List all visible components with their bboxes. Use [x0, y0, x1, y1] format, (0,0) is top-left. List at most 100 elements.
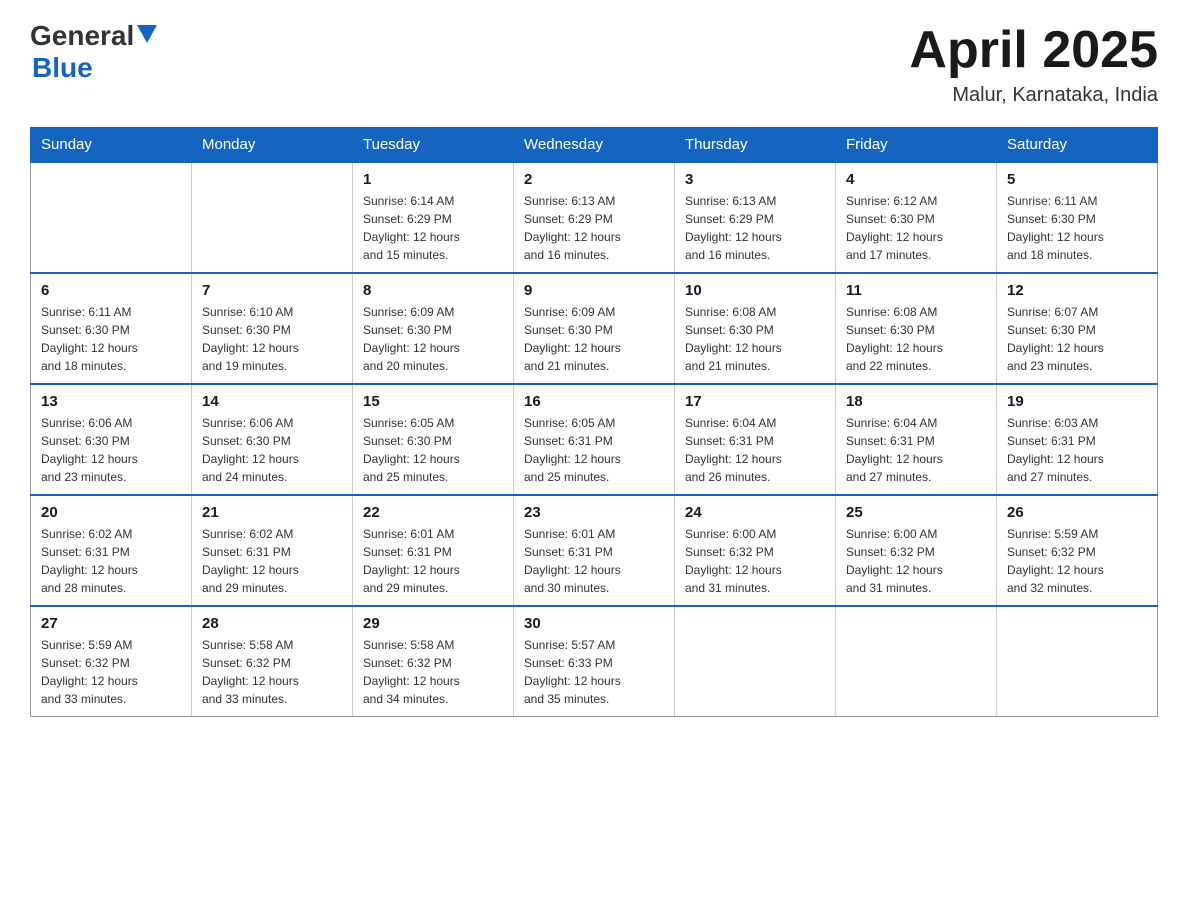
day-info: Sunrise: 6:02 AMSunset: 6:31 PMDaylight:…	[202, 525, 342, 597]
day-header-saturday: Saturday	[997, 128, 1158, 163]
day-number: 4	[846, 171, 986, 188]
calendar-cell: 27 Sunrise: 5:59 AMSunset: 6:32 PMDayligh…	[31, 606, 192, 717]
day-number: 30	[524, 615, 664, 632]
day-info: Sunrise: 5:58 AMSunset: 6:32 PMDaylight:…	[363, 636, 503, 708]
day-header-wednesday: Wednesday	[514, 128, 675, 163]
calendar-cell: 23 Sunrise: 6:01 AMSunset: 6:31 PMDayligh…	[514, 495, 675, 606]
day-info: Sunrise: 6:06 AMSunset: 6:30 PMDaylight:…	[41, 414, 181, 486]
day-info: Sunrise: 6:09 AMSunset: 6:30 PMDaylight:…	[524, 303, 664, 375]
calendar-cell: 6Sunrise: 6:11 AMSunset: 6:30 PMDaylight…	[31, 273, 192, 384]
calendar-cell: 15 Sunrise: 6:05 AMSunset: 6:30 PMDayligh…	[353, 384, 514, 495]
day-header-sunday: Sunday	[31, 128, 192, 163]
calendar-cell: 18 Sunrise: 6:04 AMSunset: 6:31 PMDayligh…	[836, 384, 997, 495]
day-info: Sunrise: 6:05 AMSunset: 6:30 PMDaylight:…	[363, 414, 503, 486]
day-header-monday: Monday	[192, 128, 353, 163]
day-number: 17	[685, 393, 825, 410]
day-header-tuesday: Tuesday	[353, 128, 514, 163]
day-info: Sunrise: 6:06 AMSunset: 6:30 PMDaylight:…	[202, 414, 342, 486]
calendar-cell: 24Sunrise: 6:00 AMSunset: 6:32 PMDayligh…	[675, 495, 836, 606]
calendar-cell: 29 Sunrise: 5:58 AMSunset: 6:32 PMDayligh…	[353, 606, 514, 717]
calendar-cell: 8 Sunrise: 6:09 AMSunset: 6:30 PMDaylight…	[353, 273, 514, 384]
day-info: Sunrise: 5:59 AMSunset: 6:32 PMDaylight:…	[1007, 525, 1147, 597]
location-text: Malur, Karnataka, India	[909, 84, 1158, 107]
calendar-cell: 17 Sunrise: 6:04 AMSunset: 6:31 PMDayligh…	[675, 384, 836, 495]
day-number: 9	[524, 282, 664, 299]
calendar-cell	[997, 606, 1158, 717]
calendar-cell: 4 Sunrise: 6:12 AMSunset: 6:30 PMDaylight…	[836, 162, 997, 273]
day-number: 25	[846, 504, 986, 521]
week-row-3: 13 Sunrise: 6:06 AMSunset: 6:30 PMDayligh…	[31, 384, 1158, 495]
day-info: Sunrise: 6:01 AMSunset: 6:31 PMDaylight:…	[524, 525, 664, 597]
calendar-cell: 26 Sunrise: 5:59 AMSunset: 6:32 PMDayligh…	[997, 495, 1158, 606]
logo-general-text: General	[30, 20, 134, 52]
month-title: April 2025	[909, 20, 1158, 80]
day-number: 27	[41, 615, 181, 632]
day-number: 15	[363, 393, 503, 410]
day-number: 11	[846, 282, 986, 299]
logo-blue-text: Blue	[32, 52, 93, 83]
day-info: Sunrise: 6:00 AMSunset: 6:32 PMDaylight:…	[685, 525, 825, 597]
calendar-cell: 19Sunrise: 6:03 AMSunset: 6:31 PMDayligh…	[997, 384, 1158, 495]
day-number: 1	[363, 171, 503, 188]
calendar-cell: 25 Sunrise: 6:00 AMSunset: 6:32 PMDayligh…	[836, 495, 997, 606]
day-number: 7	[202, 282, 342, 299]
day-info: Sunrise: 6:08 AMSunset: 6:30 PMDaylight:…	[846, 303, 986, 375]
day-info: Sunrise: 6:08 AMSunset: 6:30 PMDaylight:…	[685, 303, 825, 375]
day-number: 21	[202, 504, 342, 521]
day-info: Sunrise: 6:01 AMSunset: 6:31 PMDaylight:…	[363, 525, 503, 597]
day-number: 10	[685, 282, 825, 299]
day-number: 2	[524, 171, 664, 188]
day-info: Sunrise: 6:14 AMSunset: 6:29 PMDaylight:…	[363, 192, 503, 264]
title-section: April 2025 Malur, Karnataka, India	[909, 20, 1158, 107]
day-info: Sunrise: 6:05 AMSunset: 6:31 PMDaylight:…	[524, 414, 664, 486]
calendar-cell: 5 Sunrise: 6:11 AMSunset: 6:30 PMDaylight…	[997, 162, 1158, 273]
day-number: 22	[363, 504, 503, 521]
calendar-cell: 12 Sunrise: 6:07 AMSunset: 6:30 PMDayligh…	[997, 273, 1158, 384]
day-number: 19	[1007, 393, 1147, 410]
day-number: 18	[846, 393, 986, 410]
day-info: Sunrise: 6:12 AMSunset: 6:30 PMDaylight:…	[846, 192, 986, 264]
day-info: Sunrise: 6:09 AMSunset: 6:30 PMDaylight:…	[363, 303, 503, 375]
day-info: Sunrise: 6:04 AMSunset: 6:31 PMDaylight:…	[685, 414, 825, 486]
day-number: 26	[1007, 504, 1147, 521]
day-number: 5	[1007, 171, 1147, 188]
week-row-4: 20Sunrise: 6:02 AMSunset: 6:31 PMDayligh…	[31, 495, 1158, 606]
day-number: 28	[202, 615, 342, 632]
page-header: General Blue April 2025 Malur, Karnataka…	[30, 20, 1158, 107]
calendar-cell: 3 Sunrise: 6:13 AMSunset: 6:29 PMDaylight…	[675, 162, 836, 273]
calendar-cell: 21 Sunrise: 6:02 AMSunset: 6:31 PMDayligh…	[192, 495, 353, 606]
day-number: 16	[524, 393, 664, 410]
day-info: Sunrise: 5:59 AMSunset: 6:32 PMDaylight:…	[41, 636, 181, 708]
calendar-cell: 13 Sunrise: 6:06 AMSunset: 6:30 PMDayligh…	[31, 384, 192, 495]
day-header-friday: Friday	[836, 128, 997, 163]
day-header-thursday: Thursday	[675, 128, 836, 163]
day-number: 14	[202, 393, 342, 410]
calendar-cell	[836, 606, 997, 717]
day-info: Sunrise: 6:11 AMSunset: 6:30 PMDaylight:…	[1007, 192, 1147, 264]
logo-triangle-icon	[137, 25, 157, 43]
day-info: Sunrise: 6:04 AMSunset: 6:31 PMDaylight:…	[846, 414, 986, 486]
calendar-cell: 14 Sunrise: 6:06 AMSunset: 6:30 PMDayligh…	[192, 384, 353, 495]
calendar-cell: 30Sunrise: 5:57 AMSunset: 6:33 PMDayligh…	[514, 606, 675, 717]
day-info: Sunrise: 6:07 AMSunset: 6:30 PMDaylight:…	[1007, 303, 1147, 375]
day-number: 3	[685, 171, 825, 188]
day-number: 12	[1007, 282, 1147, 299]
calendar-cell	[192, 162, 353, 273]
day-number: 8	[363, 282, 503, 299]
calendar-cell: 7 Sunrise: 6:10 AMSunset: 6:30 PMDaylight…	[192, 273, 353, 384]
calendar-cell	[675, 606, 836, 717]
calendar-cell	[31, 162, 192, 273]
calendar-header-row: SundayMondayTuesdayWednesdayThursdayFrid…	[31, 128, 1158, 163]
day-info: Sunrise: 6:00 AMSunset: 6:32 PMDaylight:…	[846, 525, 986, 597]
day-number: 23	[524, 504, 664, 521]
logo: General Blue	[30, 20, 157, 84]
calendar-cell: 1 Sunrise: 6:14 AMSunset: 6:29 PMDaylight…	[353, 162, 514, 273]
week-row-5: 27 Sunrise: 5:59 AMSunset: 6:32 PMDayligh…	[31, 606, 1158, 717]
day-info: Sunrise: 6:13 AMSunset: 6:29 PMDaylight:…	[685, 192, 825, 264]
calendar-cell: 11 Sunrise: 6:08 AMSunset: 6:30 PMDayligh…	[836, 273, 997, 384]
day-number: 29	[363, 615, 503, 632]
day-number: 13	[41, 393, 181, 410]
week-row-2: 6Sunrise: 6:11 AMSunset: 6:30 PMDaylight…	[31, 273, 1158, 384]
day-info: Sunrise: 6:10 AMSunset: 6:30 PMDaylight:…	[202, 303, 342, 375]
calendar-cell: 20Sunrise: 6:02 AMSunset: 6:31 PMDayligh…	[31, 495, 192, 606]
